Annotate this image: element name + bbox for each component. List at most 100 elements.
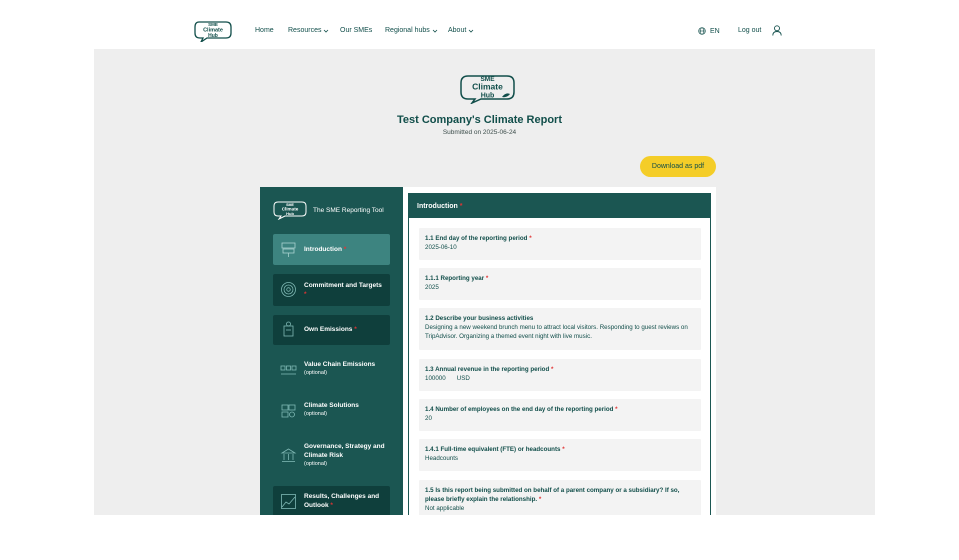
- field-label: 1.3 Annual revenue in the reporting peri…: [425, 365, 695, 374]
- required-marker: *: [343, 246, 347, 253]
- field-business-activities-label: 1.2 Describe your business activities: [425, 315, 534, 322]
- sidebar-item-governance-label: Governance, Strategy and Climate Risk: [304, 443, 385, 459]
- nav-resources[interactable]: Resources: [288, 27, 329, 34]
- logout-link[interactable]: Log out: [738, 27, 761, 34]
- sidebar-item-commitment-and-targets[interactable]: Commitment and Targets *: [273, 274, 390, 306]
- sme-climate-hub-logo-white: SME Climate Hub: [273, 201, 307, 220]
- field-number-of-employees: 1.4 Number of employees on the end day o…: [419, 399, 701, 431]
- top-navigation: SME Climate Hub Home Resources Our SMEs …: [0, 0, 959, 49]
- nav-our-smes-label: Our SMEs: [340, 27, 373, 34]
- field-annual-revenue: 1.3 Annual revenue in the reporting peri…: [419, 359, 701, 391]
- nav-home-label: Home: [255, 27, 274, 34]
- field-parent-company: 1.5 Is this report being submitted on be…: [419, 480, 701, 516]
- sidebar-item-own-emissions[interactable]: Own Emissions *: [273, 315, 390, 345]
- submission-date: Submitted on 2025-06-24: [442, 129, 517, 136]
- required-marker: *: [330, 502, 333, 509]
- sme-climate-hub-logo-large: SME Climate Hub: [460, 75, 515, 104]
- sidebar-item-introduction-label: Introduction: [304, 246, 342, 253]
- field-reporting-year-label: 1.1.1 Reporting year: [425, 275, 485, 282]
- field-value: 20: [425, 415, 432, 422]
- language-selector[interactable]: EN: [698, 27, 720, 35]
- section-body: 1.1 End day of the reporting period * 20…: [409, 218, 710, 516]
- governance-icon: [280, 448, 297, 462]
- optional-label: (optional): [304, 370, 327, 376]
- logo-text-1: SME: [208, 22, 218, 27]
- section-header: Introduction *: [409, 194, 710, 218]
- target-icon: [281, 282, 296, 297]
- sidebar-header: SME Climate Hub The SME Reporting Tool: [273, 200, 384, 220]
- globe-icon: [698, 27, 706, 35]
- chevron-down-icon: [324, 29, 329, 33]
- language-label: EN: [710, 27, 720, 35]
- field-business-activities: 1.2 Describe your business activities De…: [419, 308, 701, 350]
- sidebar-logo-text-3: Hub: [286, 211, 294, 216]
- download-pdf-button[interactable]: Download as pdf: [640, 156, 716, 177]
- sidebar-item-label: Governance, Strategy and Climate Risk (op…: [304, 442, 386, 469]
- sme-climate-hub-logo[interactable]: SME Climate Hub: [193, 18, 233, 42]
- sidebar-item-governance[interactable]: Governance, Strategy and Climate Risk (op…: [273, 436, 390, 476]
- nav-about-label: About: [448, 27, 467, 34]
- nav-resources-label: Resources: [288, 27, 322, 34]
- field-label: 1.1.1 Reporting year *: [425, 274, 695, 283]
- sidebar-item-results-label: Results, Challenges and Outlook: [304, 493, 380, 509]
- signpost-icon: [281, 242, 296, 257]
- sidebar-item-label: Value Chain Emissions (optional): [304, 360, 386, 378]
- sidebar-item-introduction[interactable]: Introduction *: [273, 234, 390, 265]
- field-value: 100000 USD: [425, 375, 470, 382]
- field-label: 1.5 Is this report being submitted on be…: [425, 486, 695, 504]
- nav-home[interactable]: Home: [255, 27, 274, 34]
- truck-chain-icon: [280, 365, 297, 375]
- required-marker: *: [354, 326, 357, 333]
- sidebar-item-label: Climate Solutions (optional): [304, 401, 386, 419]
- reporting-tool-sidebar: SME Climate Hub The SME Reporting Tool I…: [260, 187, 403, 516]
- sidebar-item-own-emissions-label: Own Emissions: [304, 326, 353, 333]
- sidebar-item-results[interactable]: Results, Challenges and Outlook *: [273, 486, 390, 516]
- sidebar-item-value-chain-label: Value Chain Emissions: [304, 361, 376, 368]
- page-bottom: [0, 515, 959, 560]
- optional-label: (optional): [304, 411, 327, 417]
- chevron-down-icon: [469, 29, 474, 33]
- required-marker: *: [550, 366, 554, 373]
- required-marker: *: [485, 275, 489, 282]
- section-card: Introduction * 1.1 End day of the report…: [408, 193, 711, 516]
- required-marker: *: [538, 496, 542, 503]
- factory-icon: [283, 321, 294, 337]
- optional-label: (optional): [304, 461, 327, 467]
- field-label: 1.4.1 Full-time equivalent (FTE) or head…: [425, 445, 695, 454]
- field-value: 2025: [425, 284, 439, 291]
- hero-logo-text-2: Climate: [472, 82, 503, 92]
- logo-text-3: Hub: [208, 33, 218, 39]
- field-value: Not applicable: [425, 505, 465, 512]
- sidebar-item-climate-solutions-label: Climate Solutions: [304, 402, 359, 409]
- user-icon[interactable]: [772, 25, 782, 36]
- field-annual-revenue-label: 1.3 Annual revenue in the reporting peri…: [425, 366, 550, 373]
- sidebar-item-value-chain-emissions[interactable]: Value Chain Emissions (optional): [273, 354, 390, 386]
- required-marker: *: [304, 291, 307, 298]
- chart-icon: [281, 494, 296, 509]
- nav-our-smes[interactable]: Our SMEs: [340, 27, 372, 34]
- hero-logo-text-3: Hub: [481, 93, 495, 100]
- field-label: 1.4 Number of employees on the end day o…: [425, 405, 695, 414]
- sidebar-item-label: Own Emissions *: [304, 325, 386, 334]
- sidebar-item-label: Introduction *: [304, 245, 386, 254]
- field-value: Headcounts: [425, 455, 459, 462]
- field-fte-label: 1.4.1 Full-time equivalent (FTE) or head…: [425, 446, 561, 453]
- nav-about[interactable]: About: [448, 27, 474, 34]
- required-marker: *: [529, 235, 532, 242]
- sidebar-item-label: Commitment and Targets *: [304, 281, 386, 299]
- sidebar-item-commitment-label: Commitment and Targets: [304, 282, 382, 289]
- required-marker: *: [615, 406, 618, 413]
- sidebar-item-label: Results, Challenges and Outlook *: [304, 492, 386, 510]
- field-end-day-label: 1.1 End day of the reporting period: [425, 235, 528, 242]
- solutions-icon: [281, 404, 296, 418]
- field-parent-company-label: 1.5 Is this report being submitted on be…: [425, 487, 680, 503]
- field-end-day: 1.1 End day of the reporting period * 20…: [419, 228, 701, 260]
- nav-regional-hubs[interactable]: Regional hubs: [385, 27, 438, 34]
- field-reporting-year: 1.1.1 Reporting year * 2025: [419, 268, 701, 300]
- field-fte-or-headcounts: 1.4.1 Full-time equivalent (FTE) or head…: [419, 439, 701, 471]
- field-label: 1.1 End day of the reporting period *: [425, 234, 695, 243]
- required-marker: *: [562, 446, 565, 453]
- sidebar-item-climate-solutions[interactable]: Climate Solutions (optional): [273, 395, 390, 427]
- sidebar-title: The SME Reporting Tool: [313, 206, 384, 214]
- chevron-down-icon: [432, 29, 438, 33]
